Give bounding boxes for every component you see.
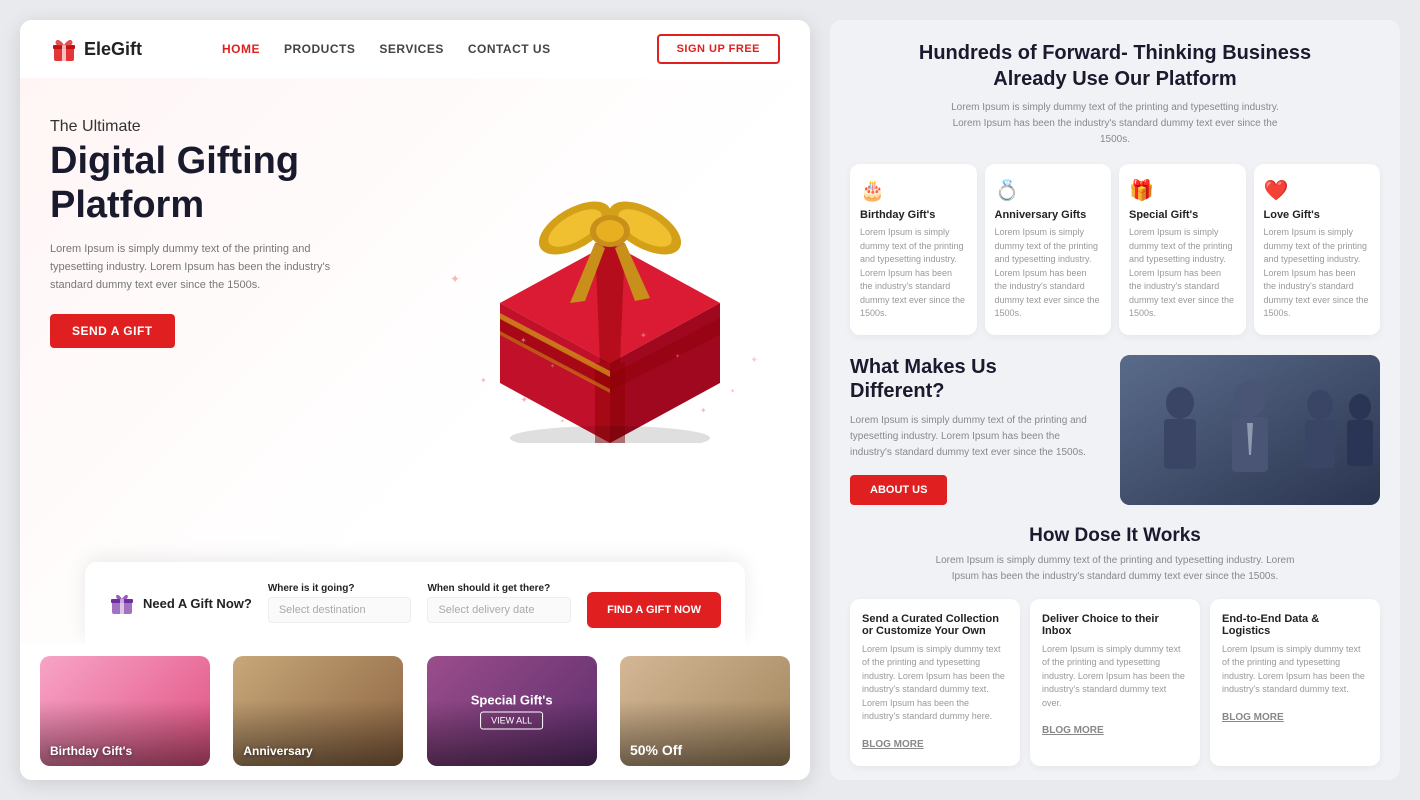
video-silhouettes xyxy=(1120,355,1380,505)
signup-button[interactable]: SIGN UP FREE xyxy=(657,34,780,64)
how-section: How Dose It Works Lorem Ipsum is simply … xyxy=(850,525,1380,585)
category-anniversary-label: Anniversary xyxy=(243,744,312,758)
nav-contact[interactable]: CONTACT US xyxy=(468,40,551,58)
navbar: EleGift HOME PRODUCTS SERVICES CONTACT U… xyxy=(20,20,810,78)
destination-field: Where is it going? Select destination xyxy=(268,583,412,623)
nav-services[interactable]: SERVICES xyxy=(379,40,443,58)
svg-text:✦: ✦ xyxy=(560,418,565,425)
svg-text:✦: ✦ xyxy=(675,353,680,360)
destination-select[interactable]: Select destination xyxy=(268,597,412,623)
feature-special-title: Special Gift's xyxy=(1129,209,1236,221)
special-gift-icon: 🎁 xyxy=(1129,178,1236,203)
delivery-label: When should it get there? xyxy=(427,583,571,594)
how-card-deliver-desc: Lorem Ipsum is simply dummy text of the … xyxy=(1042,643,1188,711)
how-card-logistics-desc: Lorem Ipsum is simply dummy text of the … xyxy=(1222,643,1368,697)
makes-title: What Makes Us Different? xyxy=(850,355,1104,403)
feature-birthday-title: Birthday Gift's xyxy=(860,209,967,221)
makes-text: What Makes Us Different? Lorem Ipsum is … xyxy=(850,355,1104,505)
category-discount-label: 50% Off xyxy=(630,742,682,758)
makes-different-section: What Makes Us Different? Lorem Ipsum is … xyxy=(850,355,1380,505)
gift-box-small-icon xyxy=(109,590,135,616)
delivery-field: When should it get there? Select deliver… xyxy=(427,583,571,623)
anniversary-icon: 💍 xyxy=(995,178,1102,203)
category-birthday[interactable]: Birthday Gift's xyxy=(40,656,210,766)
svg-text:✦: ✦ xyxy=(550,363,555,370)
svg-text:✦: ✦ xyxy=(480,376,487,385)
hero-content: The Ultimate Digital Gifting Platform Lo… xyxy=(50,98,400,348)
how-card-curated: Send a Curated Collection or Customize Y… xyxy=(850,599,1020,766)
feature-anniversary-desc: Lorem Ipsum is simply dummy text of the … xyxy=(995,226,1102,321)
how-card-deliver: Deliver Choice to their Inbox Lorem Ipsu… xyxy=(1030,599,1200,766)
gift-finder-title: Need A Gift Now? xyxy=(143,596,252,611)
category-discount[interactable]: 50% Off xyxy=(620,656,790,766)
blog-more-deliver[interactable]: BLOG MORE xyxy=(1042,725,1104,736)
hero-section: The Ultimate Digital Gifting Platform Lo… xyxy=(20,78,810,644)
svg-text:✦: ✦ xyxy=(640,331,647,340)
svg-text:✦: ✦ xyxy=(730,388,735,395)
website-mockup: EleGift HOME PRODUCTS SERVICES CONTACT U… xyxy=(20,20,810,780)
blog-more-logistics[interactable]: BLOG MORE xyxy=(1222,712,1284,723)
makes-description: Lorem Ipsum is simply dummy text of the … xyxy=(850,413,1104,461)
brand-name: EleGift xyxy=(84,39,142,60)
hundreds-title: Hundreds of Forward- Thinking Business A… xyxy=(850,40,1380,92)
feature-love-desc: Lorem Ipsum is simply dummy text of the … xyxy=(1264,226,1371,321)
how-card-deliver-title: Deliver Choice to their Inbox xyxy=(1042,613,1188,637)
svg-text:✦: ✦ xyxy=(700,406,707,415)
feature-anniversary-title: Anniversary Gifts xyxy=(995,209,1102,221)
how-card-curated-title: Send a Curated Collection or Customize Y… xyxy=(862,613,1008,637)
feature-love-title: Love Gift's xyxy=(1264,209,1371,221)
feature-cards-grid: 🎂 Birthday Gift's Lorem Ipsum is simply … xyxy=(850,164,1380,335)
category-special-badge-text: Special Gift's xyxy=(471,693,553,708)
hero-subtitle: The Ultimate xyxy=(50,118,400,136)
how-card-curated-desc: Lorem Ipsum is simply dummy text of the … xyxy=(862,643,1008,724)
category-birthday-label: Birthday Gift's xyxy=(50,744,132,758)
blog-more-curated[interactable]: BLOG MORE xyxy=(862,739,924,750)
svg-text:✦: ✦ xyxy=(520,336,527,345)
logo: EleGift xyxy=(50,35,142,63)
video-background xyxy=(1120,355,1380,505)
logo-icon xyxy=(50,35,78,63)
right-panel: Hundreds of Forward- Thinking Business A… xyxy=(830,20,1400,780)
category-anniversary[interactable]: Anniversary xyxy=(233,656,403,766)
how-card-logistics-title: End-to-End Data & Logistics xyxy=(1222,613,1368,637)
about-us-button[interactable]: ABOUT US xyxy=(850,475,947,505)
destination-label: Where is it going? xyxy=(268,583,412,594)
how-description: Lorem Ipsum is simply dummy text of the … xyxy=(935,553,1295,585)
feature-card-special: 🎁 Special Gift's Lorem Ipsum is simply d… xyxy=(1119,164,1246,335)
gift-box-image: ✦ ✦ ✦ ✦ ✦ ✦ ✦ xyxy=(420,83,800,443)
how-title: How Dose It Works xyxy=(850,525,1380,547)
send-gift-button[interactable]: SEND A GIFT xyxy=(50,314,175,348)
makes-video[interactable] xyxy=(1120,355,1380,505)
how-card-logistics: End-to-End Data & Logistics Lorem Ipsum … xyxy=(1210,599,1380,766)
category-special-badge: Special Gift's VIEW ALL xyxy=(471,693,553,730)
feature-birthday-desc: Lorem Ipsum is simply dummy text of the … xyxy=(860,226,967,321)
delivery-select[interactable]: Select delivery date xyxy=(427,597,571,623)
hundreds-section: Hundreds of Forward- Thinking Business A… xyxy=(850,40,1380,148)
category-special-view-btn[interactable]: VIEW ALL xyxy=(480,712,543,730)
nav-links: HOME PRODUCTS SERVICES CONTACT US xyxy=(222,40,551,58)
feature-card-love: ❤️ Love Gift's Lorem Ipsum is simply dum… xyxy=(1254,164,1381,335)
hero-description: Lorem Ipsum is simply dummy text of the … xyxy=(50,241,350,294)
gift-finder-label-wrap: Need A Gift Now? xyxy=(109,590,252,616)
find-gift-button[interactable]: FIND A GIFT NOW xyxy=(587,592,721,628)
feature-card-birthday: 🎂 Birthday Gift's Lorem Ipsum is simply … xyxy=(850,164,977,335)
category-special[interactable]: Special Gift's VIEW ALL xyxy=(427,656,597,766)
hero-title: Digital Gifting Platform xyxy=(50,140,400,227)
svg-text:✦: ✦ xyxy=(450,272,460,286)
nav-products[interactable]: PRODUCTS xyxy=(284,40,355,58)
nav-home[interactable]: HOME xyxy=(222,40,260,58)
svg-text:✦: ✦ xyxy=(750,355,758,366)
hundreds-description: Lorem Ipsum is simply dummy text of the … xyxy=(945,100,1285,148)
gift-finder-bar: Need A Gift Now? Where is it going? Sele… xyxy=(85,562,745,644)
feature-card-anniversary: 💍 Anniversary Gifts Lorem Ipsum is simpl… xyxy=(985,164,1112,335)
birthday-icon: 🎂 xyxy=(860,178,967,203)
love-gift-icon: ❤️ xyxy=(1264,178,1371,203)
category-section: Birthday Gift's Anniversary Special Gift… xyxy=(20,644,810,780)
feature-special-desc: Lorem Ipsum is simply dummy text of the … xyxy=(1129,226,1236,321)
how-cards-grid: Send a Curated Collection or Customize Y… xyxy=(850,599,1380,766)
